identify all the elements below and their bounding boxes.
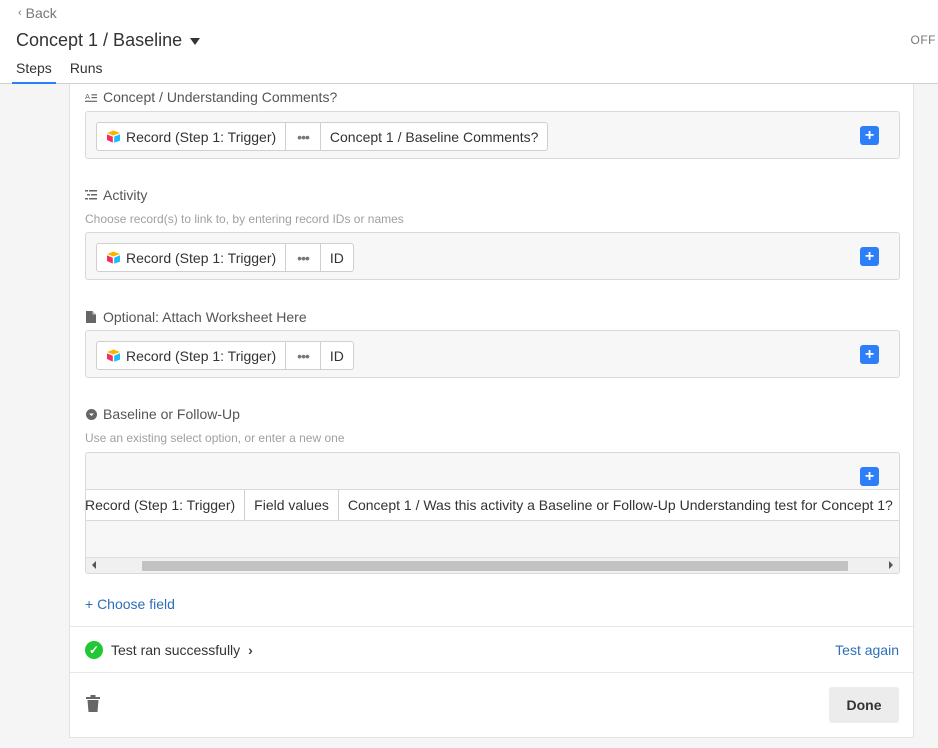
token-group: Record (Step 1: Trigger) ••• ID [96, 341, 354, 370]
tab-steps[interactable]: Steps [12, 60, 56, 84]
add-token-button[interactable]: + [860, 126, 879, 145]
token-record[interactable]: Record (Step 1: Trigger) [86, 490, 246, 520]
automation-title[interactable]: Concept 1 / Baseline [16, 30, 201, 51]
field-input-comments[interactable]: Record (Step 1: Trigger) ••• Concept 1 /… [85, 111, 900, 159]
airtable-logo-icon [107, 251, 120, 264]
token-group: Record (Step 1: Trigger) ••• Concept 1 /… [96, 122, 549, 151]
field-input-baseline[interactable]: + Record (Step 1: Trigger) Field values … [85, 452, 900, 574]
token-separator[interactable]: ••• [286, 342, 321, 369]
field-hint-activity: Choose record(s) to link to, by entering… [85, 212, 404, 226]
field-input-activity[interactable]: Record (Step 1: Trigger) ••• ID + [85, 232, 900, 280]
svg-text:A: A [85, 92, 90, 101]
divider [70, 672, 913, 673]
token-record[interactable]: Record (Step 1: Trigger) [97, 342, 287, 369]
step-config-panel: A Concept / Understanding Comments? Reco… [69, 84, 914, 738]
back-link[interactable]: ‹ Back [18, 5, 57, 21]
token-field[interactable]: ID [321, 342, 353, 369]
scroll-thumb[interactable] [142, 561, 848, 571]
attachment-icon [85, 311, 97, 323]
token-separator[interactable]: ••• [286, 244, 321, 271]
token-field[interactable]: Concept 1 / Baseline Comments? [321, 123, 548, 150]
add-token-button[interactable]: + [860, 247, 879, 266]
chevron-left-icon: ‹ [18, 7, 22, 19]
token-field-values[interactable]: Field values [245, 490, 339, 520]
airtable-logo-icon [107, 349, 120, 362]
token-field[interactable]: ID [321, 244, 353, 271]
field-input-worksheet[interactable]: Record (Step 1: Trigger) ••• ID + [85, 330, 900, 378]
page-title: Concept 1 / Baseline [16, 30, 183, 50]
field-label-activity: Activity [85, 187, 147, 203]
token-separator[interactable]: ••• [286, 123, 321, 150]
status-toggle[interactable]: OFF [911, 33, 937, 47]
test-status-text: Test ran successfully [111, 642, 241, 658]
long-text-icon: A [85, 91, 97, 103]
header: ‹ Back Concept 1 / Baseline OFF Steps Ru… [0, 0, 938, 84]
field-label-worksheet: Optional: Attach Worksheet Here [85, 309, 307, 325]
tab-bar: Steps Runs [12, 60, 103, 84]
chevron-right-icon: › [248, 642, 253, 658]
choose-field-link[interactable]: + Choose field [85, 596, 175, 612]
scroll-right-icon[interactable] [889, 561, 893, 569]
tab-runs[interactable]: Runs [70, 60, 103, 84]
caret-down-icon [190, 38, 201, 45]
done-button[interactable]: Done [829, 687, 899, 723]
add-token-button[interactable]: + [860, 467, 879, 486]
horizontal-scrollbar[interactable] [86, 557, 899, 573]
token-group: Record (Step 1: Trigger) ••• ID [96, 243, 354, 272]
check-circle-icon: ✓ [85, 641, 103, 659]
token-record[interactable]: Record (Step 1: Trigger) [97, 123, 287, 150]
token-group: Record (Step 1: Trigger) Field values Co… [86, 489, 899, 521]
add-token-button[interactable]: + [860, 345, 879, 364]
field-label-comments: A Concept / Understanding Comments? [85, 89, 338, 105]
test-status[interactable]: ✓ Test ran successfully › [85, 641, 253, 659]
scroll-left-icon[interactable] [92, 561, 96, 569]
airtable-logo-icon [107, 130, 120, 143]
back-label: Back [25, 5, 57, 21]
trash-icon[interactable] [86, 695, 100, 712]
field-label-baseline: Baseline or Follow-Up [85, 406, 240, 422]
linked-record-icon [85, 189, 97, 201]
field-hint-baseline: Use an existing select option, or enter … [85, 431, 345, 445]
test-again-link[interactable]: Test again [835, 642, 899, 658]
divider [70, 626, 913, 627]
single-select-icon [85, 408, 97, 420]
token-field[interactable]: Concept 1 / Was this activity a Baseline… [339, 490, 899, 520]
token-record[interactable]: Record (Step 1: Trigger) [97, 244, 287, 271]
